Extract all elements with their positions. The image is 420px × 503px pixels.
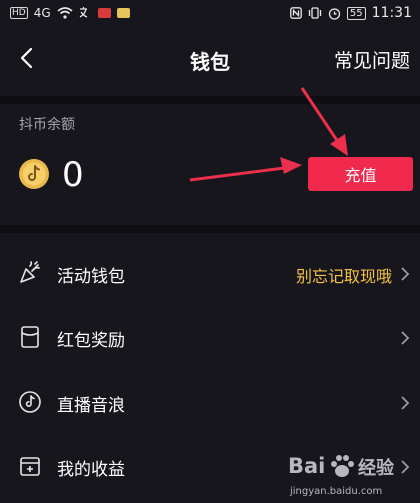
header: 钱包 常见问题 [0,34,420,84]
menu-row-activity-wallet[interactable]: 活动钱包 别忘记取现哦 [0,244,420,302]
red-packet-icon [21,326,39,348]
status-right: 55 11:31 [290,5,420,21]
chevron-right-icon [401,267,410,281]
chevron-right-icon [401,396,410,410]
divider [0,96,420,104]
paw-icon [331,455,354,477]
earnings-icon [20,457,40,476]
balance-value: 0 [62,155,84,195]
recharge-button[interactable]: 充值 [308,157,413,191]
menu-row-live-wave[interactable]: 直播音浪 [0,373,420,431]
party-popper-icon [20,261,40,283]
menu-label: 红包奖励 [57,331,125,351]
watermark-brand-2: 经验 [358,458,394,479]
menu-label: 活动钱包 [57,267,125,287]
menu-row-red-packet[interactable]: 红包奖励 [0,308,420,366]
wifi-icon [57,7,73,19]
battery-indicator: 55 [346,6,366,20]
withdraw-reminder: 别忘记取现哦 [295,267,392,286]
vibrate-icon [308,7,322,19]
menu-label: 我的收益 [57,460,125,480]
status-bar: HD 4G 55 11:31 [0,0,420,26]
divider [0,225,420,233]
menu-label: 直播音浪 [57,396,125,416]
balance-label: 抖币余额 [19,117,75,133]
translate-icon [79,7,87,18]
watermark-brand: Bai [288,454,326,478]
alarm-icon [328,7,341,20]
app-notification-icon [97,8,111,18]
signal-4g: 4G [33,6,51,20]
chevron-right-icon [401,331,410,345]
gallery-notification-icon [116,8,130,18]
watermark-site: jingyan.baidu.com [290,486,383,497]
status-left: HD 4G [0,6,130,20]
nfc-icon [290,7,302,19]
baidu-jingyan-watermark: Bai 经验 jingyan.baidu.com [288,448,408,500]
clock: 11:31 [371,5,412,21]
faq-link[interactable]: 常见问题 [334,46,410,73]
music-note-circle-icon [19,391,41,413]
coin-icon [19,159,49,189]
hd-badge: HD [10,7,28,19]
